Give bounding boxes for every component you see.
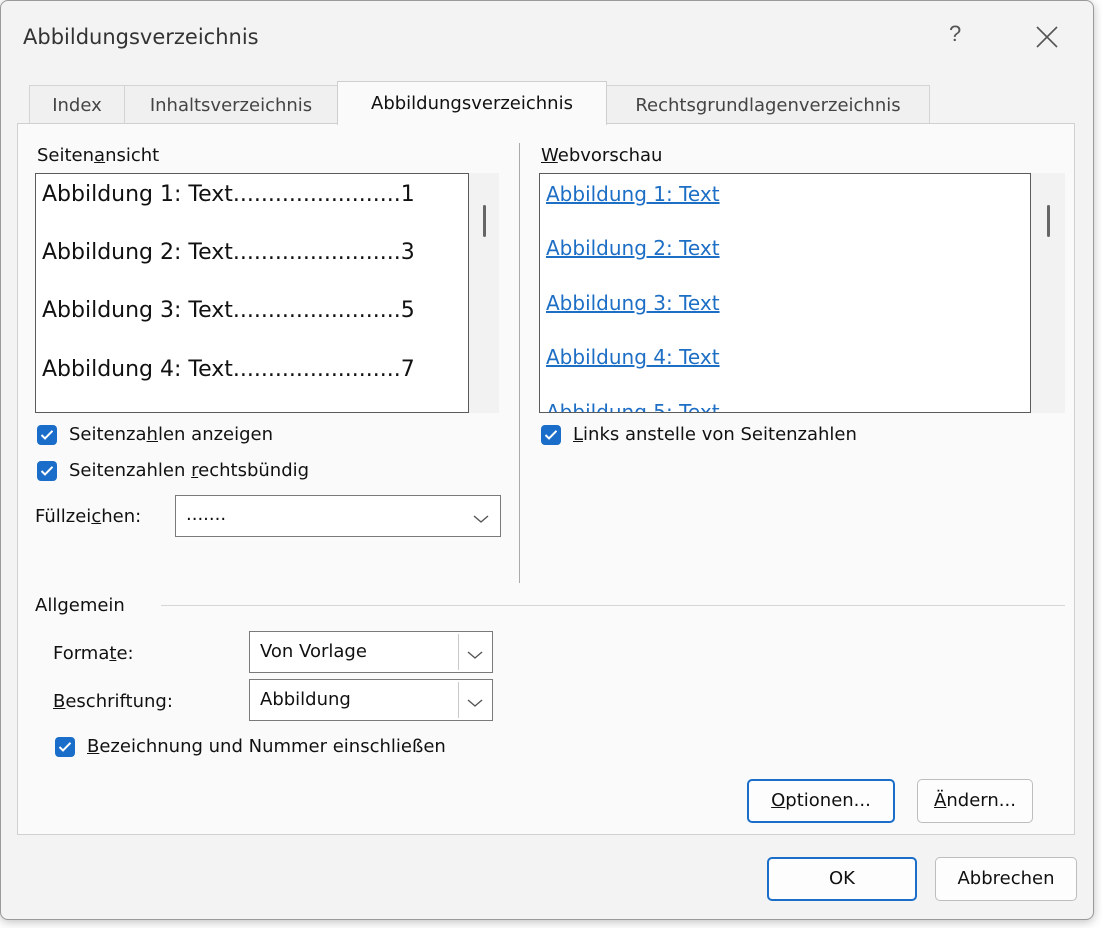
webvorschau-label: Webvorschau (541, 145, 663, 166)
optionen-button[interactable]: Optionen... (747, 779, 895, 823)
tab-inhaltsverzeichnis[interactable]: Inhaltsverzeichnis (124, 85, 338, 123)
seitenzahlen-anzeigen-checkbox[interactable] (37, 425, 57, 445)
group-divider (161, 605, 1065, 606)
formate-select[interactable]: Von Vorlage (249, 631, 493, 673)
preview-entry-3: Abbildung 3: Text.......................… (42, 298, 415, 323)
fuellzeichen-label: Füllzeichen: (35, 506, 142, 527)
links-anstelle-checkbox[interactable] (541, 425, 561, 445)
aendern-button[interactable]: Ändern... (917, 779, 1033, 823)
combo-separator (458, 682, 459, 718)
chevron-down-icon (466, 646, 484, 665)
tab-abbildungsverzeichnis[interactable]: Abbildungsverzeichnis (337, 81, 607, 125)
web-link-5[interactable]: Abbildung 5: Text (546, 400, 720, 412)
column-separator (519, 143, 520, 583)
tab-abbildungsverzeichnis-label: Abbildungsverzeichnis (371, 93, 573, 114)
fuellzeichen-value: ....... (186, 504, 227, 525)
scrollbar-thumb[interactable] (1047, 205, 1050, 237)
beschriftung-select[interactable]: Abbildung (249, 679, 493, 721)
web-link-2[interactable]: Abbildung 2: Text (546, 236, 720, 260)
beschriftung-label: Beschriftung: (53, 691, 173, 712)
abbrechen-button[interactable]: Abbrechen (935, 857, 1077, 901)
scrollbar-thumb[interactable] (483, 205, 486, 237)
chevron-down-icon (466, 694, 484, 713)
close-icon[interactable] (1027, 17, 1067, 57)
seitenzahlen-anzeigen-label: Seitenzahlen anzeigen (69, 424, 274, 445)
seitenzahlen-rechtsbuendig-label: Seitenzahlen rechtsbündig (69, 460, 310, 481)
preview-entry-1: Abbildung 1: Text.......................… (42, 182, 415, 207)
bezeichnung-nummer-checkbox[interactable] (55, 737, 75, 757)
seitenzahlen-rechtsbuendig-checkbox[interactable] (37, 461, 57, 481)
preview-entry-2: Abbildung 2: Text.......................… (42, 240, 415, 265)
preview-entry-4: Abbildung 4: Text.......................… (42, 357, 415, 382)
dialog-title: Abbildungsverzeichnis (23, 25, 259, 49)
web-link-4[interactable]: Abbildung 4: Text (546, 345, 720, 369)
seitenansicht-preview[interactable]: Abbildung 1: Text.......................… (35, 173, 469, 413)
webvorschau-scrollbar[interactable] (1031, 173, 1065, 413)
title-bar: Abbildungsverzeichnis ? (1, 1, 1093, 77)
links-anstelle-label: Links anstelle von Seitenzahlen (573, 424, 857, 445)
bezeichnung-nummer-label: Bezeichnung und Nummer einschließen (87, 736, 446, 757)
tab-index[interactable]: Index (29, 85, 125, 123)
seitenansicht-scrollbar[interactable] (469, 173, 499, 413)
allgemein-group-label: Allgemein (35, 595, 125, 616)
dialog-window: Abbildungsverzeichnis ? Index Inhaltsver… (0, 0, 1094, 920)
combo-separator (458, 634, 459, 670)
chevron-down-icon (472, 510, 490, 529)
web-link-1[interactable]: Abbildung 1: Text (546, 182, 720, 206)
formate-label: Formate: (53, 643, 134, 664)
formate-value: Von Vorlage (260, 641, 367, 662)
seitenansicht-label: Seitenansicht (37, 145, 160, 166)
help-button[interactable]: ? (949, 21, 961, 47)
ok-button[interactable]: OK (767, 857, 917, 901)
web-link-3[interactable]: Abbildung 3: Text (546, 291, 720, 315)
fuellzeichen-select[interactable]: ....... (175, 495, 501, 537)
tab-rechtsgrundlagenverzeichnis[interactable]: Rechtsgrundlagenverzeichnis (606, 85, 930, 123)
webvorschau-preview[interactable]: Abbildung 1: Text Abbildung 2: Text Abbi… (539, 173, 1031, 413)
beschriftung-value: Abbildung (260, 689, 351, 710)
